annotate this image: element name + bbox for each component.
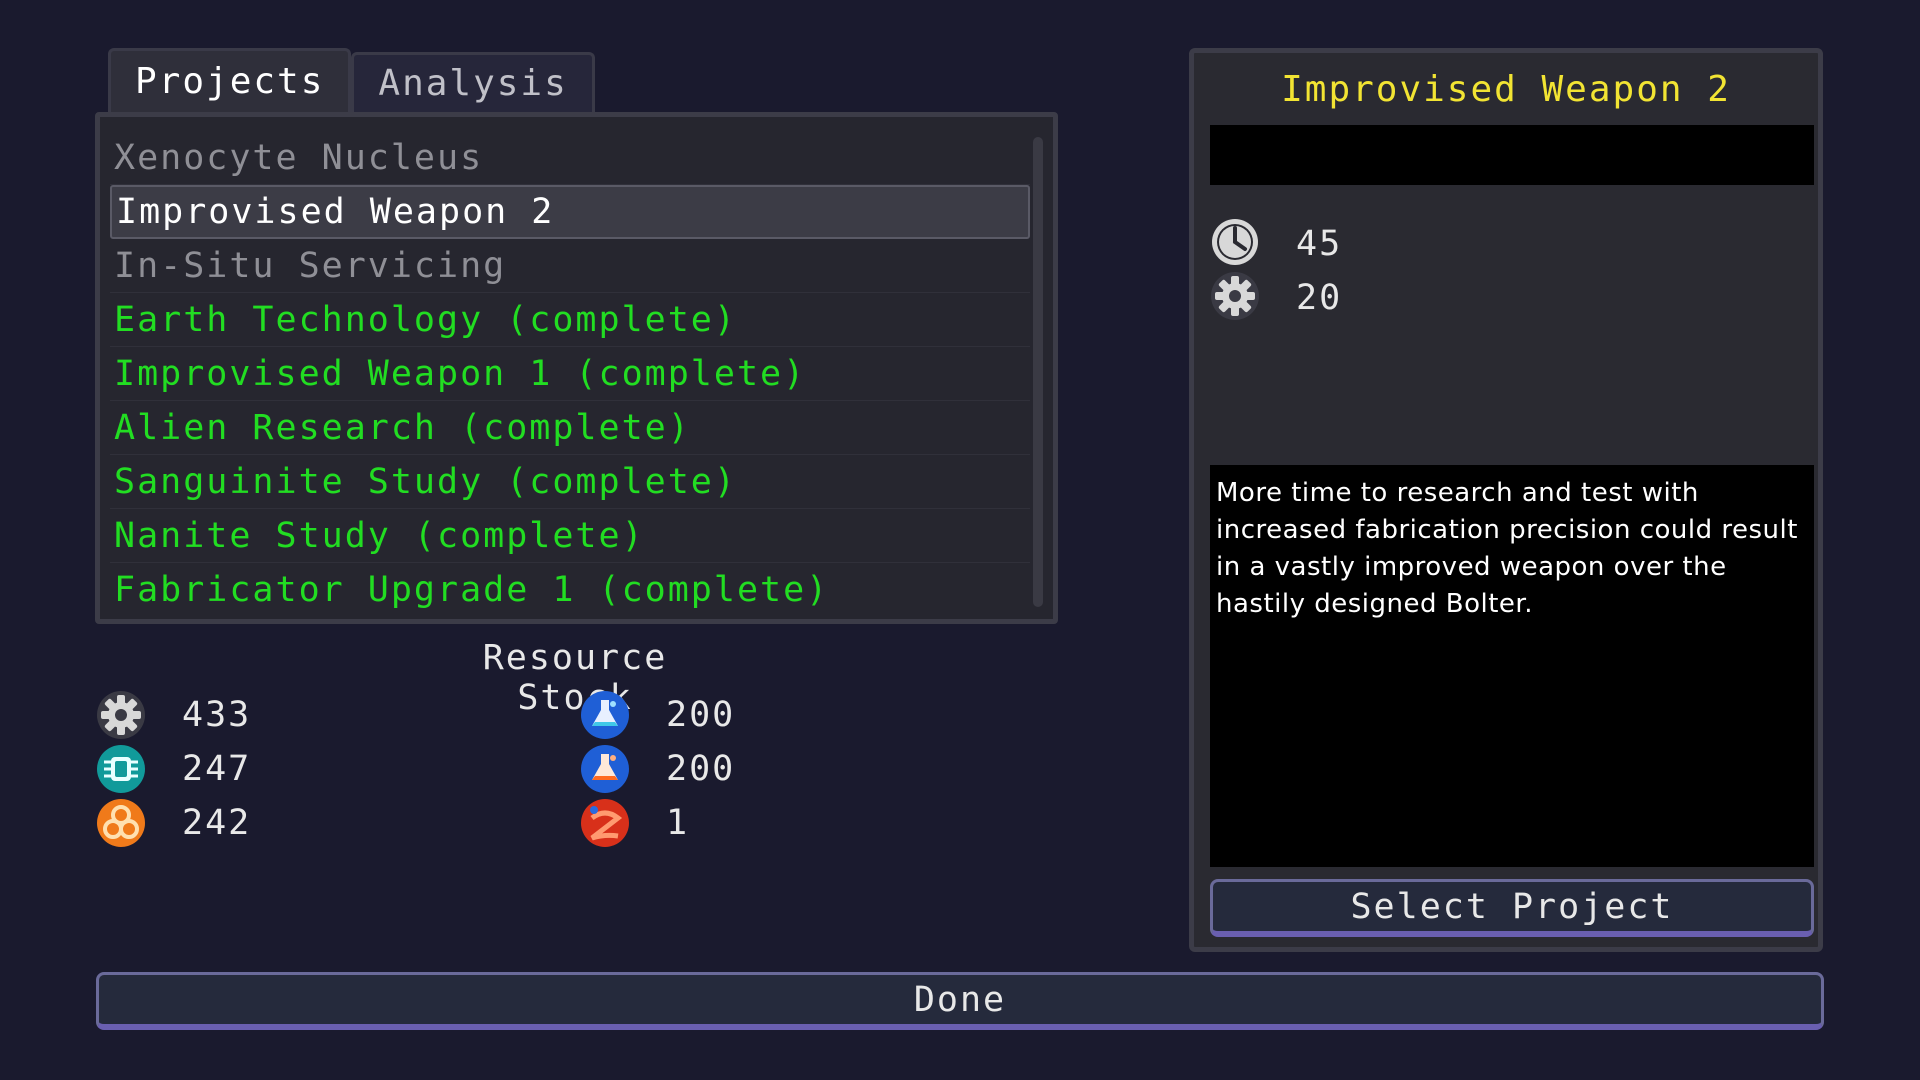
tab-projects[interactable]: Projects (108, 48, 352, 112)
time-cost: 45 (1210, 217, 1342, 271)
project-preview-area (1210, 125, 1814, 185)
project-description: More time to research and test with incr… (1210, 465, 1814, 867)
resource-blue-flask-value: 200 (666, 695, 736, 735)
resource-orange-flask-value: 200 (666, 749, 736, 789)
project-item-improvised-weapon-1[interactable]: Improvised Weapon 1 (complete) (110, 347, 1030, 401)
tab-bar: Projects Analysis (108, 48, 595, 112)
resource-red-orb: 1 (580, 796, 689, 850)
project-item-xenocyte-nucleus[interactable]: Xenocyte Nucleus (110, 131, 1030, 185)
material-cost-value: 20 (1296, 278, 1343, 318)
gear-icon (1210, 271, 1260, 325)
project-item-improvised-weapon-2[interactable]: Improvised Weapon 2 (110, 185, 1030, 239)
material-cost: 20 (1210, 271, 1342, 325)
resource-biohazard-value: 242 (182, 803, 252, 843)
blue-flask-icon (580, 690, 630, 740)
project-detail-panel: Improvised Weapon 2 45 20 More time to r… (1189, 48, 1823, 952)
project-list-scrollbar[interactable] (1033, 137, 1043, 607)
resource-red-orb-value: 1 (666, 803, 690, 843)
project-item-fabricator-upgrade-1[interactable]: Fabricator Upgrade 1 (complete) (110, 563, 1030, 617)
project-list: Xenocyte Nucleus Improvised Weapon 2 In-… (110, 131, 1030, 617)
done-button[interactable]: Done (96, 972, 1824, 1030)
project-item-sanguinite-study[interactable]: Sanguinite Study (complete) (110, 455, 1030, 509)
resource-gear-value: 433 (182, 695, 252, 735)
resource-blue-flask: 200 (580, 688, 735, 742)
tab-analysis[interactable]: Analysis (351, 52, 595, 112)
project-item-nanite-study[interactable]: Nanite Study (complete) (110, 509, 1030, 563)
resource-biohazard: 242 (96, 796, 251, 850)
chip-icon (96, 744, 146, 794)
gear-icon (96, 690, 146, 740)
project-list-panel: Xenocyte Nucleus Improvised Weapon 2 In-… (95, 112, 1058, 624)
orange-flask-icon (580, 744, 630, 794)
clock-icon (1210, 217, 1260, 271)
resource-chip: 247 (96, 742, 251, 796)
red-orb-icon (580, 798, 630, 848)
project-item-earth-technology[interactable]: Earth Technology (complete) (110, 293, 1030, 347)
biohazard-icon (96, 798, 146, 848)
resource-chip-value: 247 (182, 749, 252, 789)
resource-orange-flask: 200 (580, 742, 735, 796)
time-cost-value: 45 (1296, 224, 1343, 264)
resource-gear: 433 (96, 688, 251, 742)
project-item-in-situ-servicing[interactable]: In-Situ Servicing (110, 239, 1030, 293)
project-detail-title: Improvised Weapon 2 (1281, 69, 1731, 110)
select-project-button[interactable]: Select Project (1210, 879, 1814, 937)
project-item-alien-research[interactable]: Alien Research (complete) (110, 401, 1030, 455)
